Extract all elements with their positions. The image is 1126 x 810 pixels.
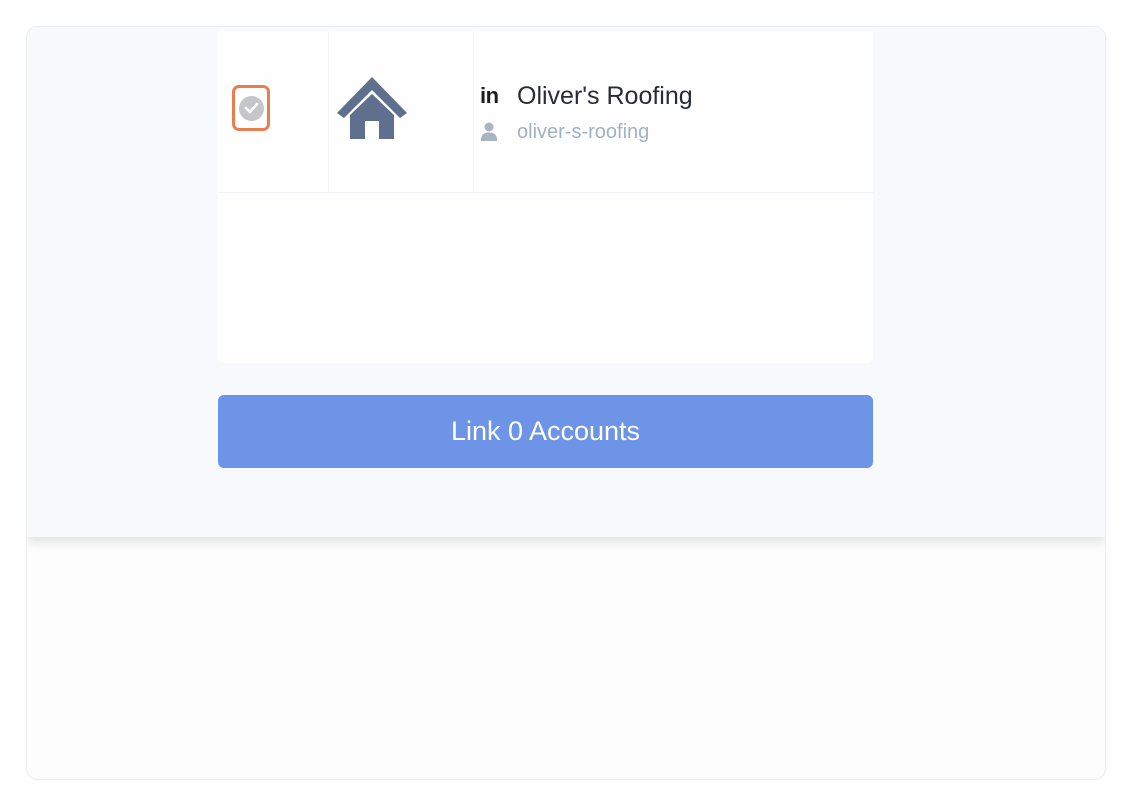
link-accounts-button[interactable]: Link 0 Accounts bbox=[218, 395, 873, 468]
account-link-card: in Oliver's Roofing oliver-s-roofing Lin… bbox=[26, 26, 1106, 780]
user-icon bbox=[480, 121, 508, 143]
account-info: in Oliver's Roofing oliver-s-roofing bbox=[480, 81, 693, 147]
column-divider bbox=[473, 31, 474, 192]
house-icon bbox=[332, 71, 412, 141]
account-row[interactable]: in Oliver's Roofing oliver-s-roofing bbox=[218, 31, 873, 193]
account-handle-line: oliver-s-roofing bbox=[480, 117, 693, 147]
check-circle-icon bbox=[238, 95, 264, 121]
accounts-list: in Oliver's Roofing oliver-s-roofing bbox=[218, 31, 873, 363]
account-name: Oliver's Roofing bbox=[517, 81, 693, 110]
account-name-line: in Oliver's Roofing bbox=[480, 81, 693, 111]
account-select-checkbox[interactable] bbox=[232, 85, 270, 131]
account-handle: oliver-s-roofing bbox=[517, 120, 650, 143]
account-selection-panel: in Oliver's Roofing oliver-s-roofing Lin… bbox=[27, 27, 1105, 537]
linkedin-icon: in bbox=[480, 83, 499, 108]
column-divider bbox=[328, 31, 329, 192]
